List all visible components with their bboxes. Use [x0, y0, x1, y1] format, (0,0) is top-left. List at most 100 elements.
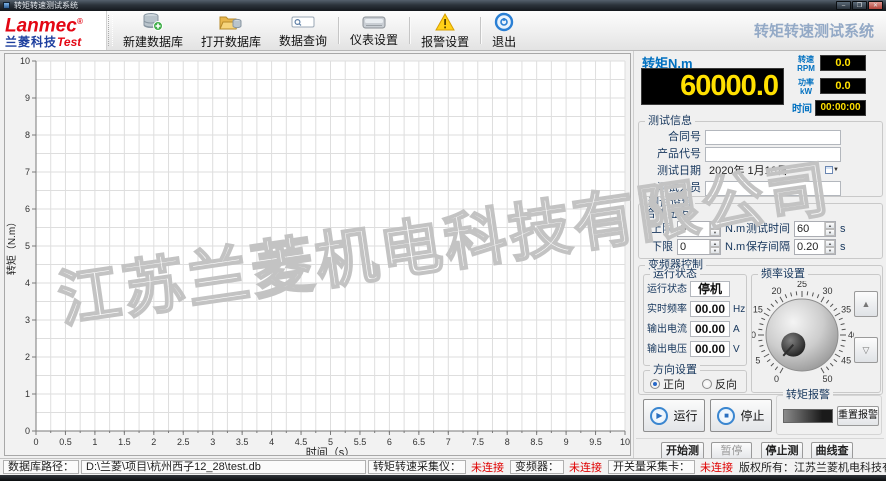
upper-limit-label: 上限 — [641, 222, 673, 237]
stop-button[interactable]: ■ 停止 — [710, 399, 772, 432]
frequency-settings-group: 频率设置 05101520253035404550 ▲ ▽ — [751, 274, 881, 393]
tester-input[interactable] — [705, 181, 841, 196]
run-button[interactable]: ▶ 运行 — [643, 399, 705, 432]
lanmec-logo: Lanmec® 兰菱科技Test — [0, 11, 107, 50]
toolbar-separator — [338, 17, 339, 44]
svg-text:20: 20 — [771, 286, 781, 296]
output-voltage-value: 00.00 — [690, 341, 730, 357]
stop-button-label: 停止 — [740, 407, 764, 424]
spinner-down-icon[interactable] — [825, 229, 835, 236]
test-duration-label: 测试时间 — [744, 222, 790, 237]
power-display: 0.0 — [820, 78, 866, 94]
test-duration-spinner[interactable]: 60 — [794, 221, 836, 237]
power-display-label: 功率 kW — [793, 78, 819, 96]
svg-text:5: 5 — [328, 437, 333, 447]
spinner-up-icon[interactable] — [825, 240, 835, 247]
control-panel: 转矩N.m 60000.0 转速 RPM 0.0 功率 kW 0.0 时间 00… — [633, 51, 886, 458]
svg-text:7: 7 — [25, 167, 30, 177]
open-database-button[interactable]: 打开数据库 — [192, 11, 270, 50]
contract-label: 合同号 — [643, 130, 701, 145]
svg-text:4: 4 — [269, 437, 274, 447]
power-unit: kW — [793, 87, 819, 96]
upper-limit-spinner[interactable]: 0 — [677, 221, 721, 237]
instrument-settings-button[interactable]: 仪表设置 — [341, 11, 407, 50]
data-query-button[interactable]: 数据查询 — [270, 11, 336, 50]
time-display: 00:00:00 — [815, 100, 866, 116]
db-path-value: D:\兰菱\项目\杭州西子12_28\test.db — [81, 460, 366, 474]
svg-text:15: 15 — [753, 305, 763, 315]
logo-text-en: Lanmec — [5, 15, 77, 36]
speed-display: 0.0 — [820, 55, 866, 71]
output-current-value: 00.00 — [690, 321, 730, 337]
toolbar: Lanmec® 兰菱科技Test 新建数据库 打开数据库 数据查询 — [0, 11, 886, 51]
spinner-up-icon[interactable] — [710, 240, 720, 247]
toolbar-separator — [409, 17, 410, 44]
svg-text:8.5: 8.5 — [530, 437, 543, 447]
group-title: 转矩报警 — [783, 389, 833, 401]
lower-limit-unit: N.m — [725, 239, 745, 255]
chart-canvas: 00.511.522.533.544.555.566.577.588.599.5… — [5, 54, 630, 455]
alarm-settings-icon — [433, 12, 457, 32]
exit-button[interactable]: 退出 — [483, 11, 525, 50]
logo-text-cn: 兰菱科技 — [5, 35, 57, 49]
alarm-settings-button[interactable]: 报警设置 — [412, 11, 478, 50]
test-date-label: 测试日期 — [643, 164, 701, 179]
output-voltage-label: 输出电压 — [647, 342, 687, 357]
test-settings-group: 测试设置 合格扭矩 上限 0 N.m 下限 0 N.m 测试时间 60 s 保存… — [638, 203, 883, 259]
svg-text:2.5: 2.5 — [177, 437, 190, 447]
lower-limit-value[interactable]: 0 — [678, 240, 709, 254]
spinner-up-icon[interactable] — [710, 222, 720, 229]
run-status-group: 运行状态 运行状态 停机 实时频率 00.00 Hz 输出电流 00.00 A … — [643, 274, 747, 366]
spinner-buttons — [709, 240, 720, 254]
svg-text:45: 45 — [841, 356, 851, 366]
spinner-down-icon[interactable] — [710, 229, 720, 236]
status-bar: 数据库路径： D:\兰菱\项目\杭州西子12_28\test.db 转矩转速采集… — [0, 458, 886, 475]
date-picker-icon[interactable]: ▼ — [825, 165, 841, 177]
product-code-input[interactable] — [705, 147, 841, 162]
time-display-label: 时间 — [789, 103, 815, 117]
voltage-unit: V — [733, 342, 740, 357]
spinner-up-icon[interactable] — [825, 222, 835, 229]
svg-text:8: 8 — [25, 130, 30, 140]
window-title: 转矩转速测试系统 — [14, 1, 835, 11]
svg-text:6: 6 — [387, 437, 392, 447]
contract-input[interactable] — [705, 130, 841, 145]
reset-alarm-button[interactable]: 重置报警 — [837, 406, 879, 426]
minimize-button[interactable]: – — [836, 1, 851, 10]
upper-limit-value[interactable]: 0 — [678, 222, 709, 236]
run-state-label: 运行状态 — [647, 282, 687, 297]
svg-text:10: 10 — [20, 56, 30, 66]
frequency-up-button[interactable]: ▲ — [854, 291, 878, 317]
direction-reverse-radio[interactable]: 反向 — [702, 376, 737, 392]
svg-text:6: 6 — [25, 204, 30, 214]
data-query-icon — [291, 13, 315, 31]
frequency-unit: Hz — [733, 302, 745, 317]
svg-text:10: 10 — [752, 330, 756, 340]
new-database-button[interactable]: 新建数据库 — [114, 11, 192, 50]
direction-forward-radio[interactable]: 正向 — [650, 376, 685, 392]
lower-limit-spinner[interactable]: 0 — [677, 239, 721, 255]
svg-text:5: 5 — [25, 241, 30, 251]
speed-display-label: 转速 RPM — [793, 55, 819, 73]
svg-text:9: 9 — [564, 437, 569, 447]
save-interval-unit: s — [840, 239, 846, 255]
frequency-down-button[interactable]: ▽ — [854, 337, 878, 363]
db-path-label: 数据库路径： — [3, 460, 79, 474]
torque-time-chart: 00.511.522.533.544.555.566.577.588.599.5… — [4, 53, 631, 456]
toolbar-button-label: 退出 — [492, 33, 516, 50]
spinner-down-icon[interactable] — [710, 247, 720, 254]
new-database-icon — [141, 12, 165, 32]
maximize-button[interactable]: ❐ — [852, 1, 867, 10]
spinner-down-icon[interactable] — [825, 247, 835, 254]
save-interval-spinner[interactable]: 0.20 — [794, 239, 836, 255]
svg-text:1: 1 — [25, 389, 30, 399]
svg-text:10: 10 — [620, 437, 630, 447]
svg-text:25: 25 — [797, 281, 807, 289]
save-interval-value[interactable]: 0.20 — [795, 240, 824, 254]
realtime-frequency-value: 00.00 — [690, 301, 730, 317]
test-duration-value[interactable]: 60 — [795, 222, 824, 236]
frequency-knob[interactable]: 05101520253035404550 — [752, 281, 854, 391]
svg-text:0: 0 — [33, 437, 38, 447]
test-date-value[interactable]: 2020年 1月10日 — [709, 164, 788, 179]
close-button[interactable]: ✕ — [868, 1, 883, 10]
